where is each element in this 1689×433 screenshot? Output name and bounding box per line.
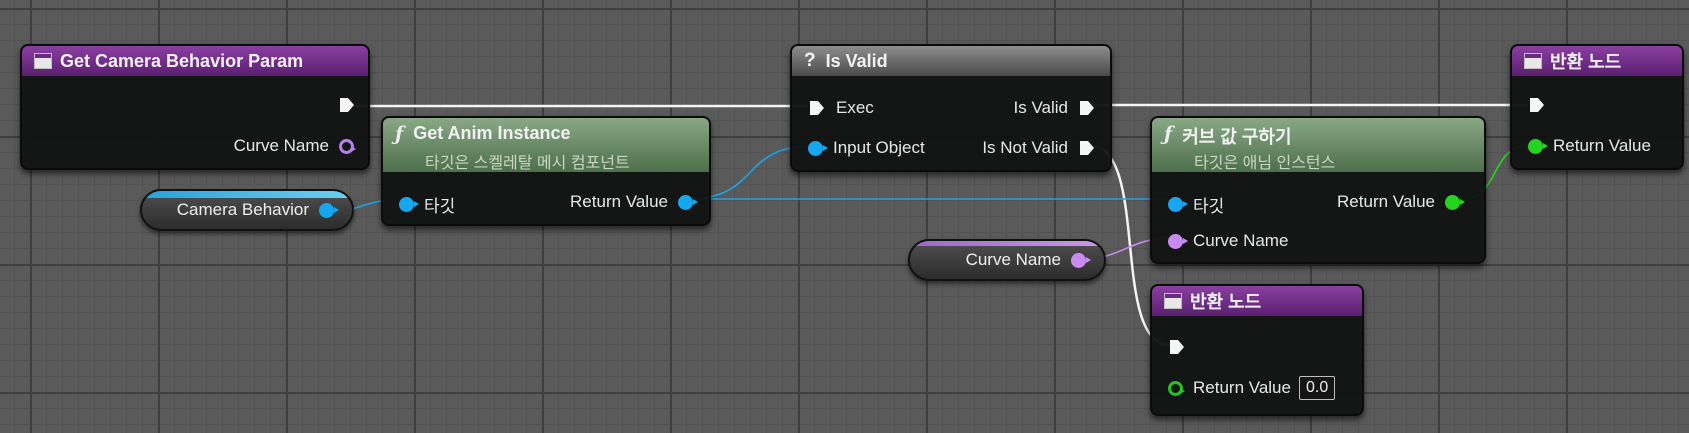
return-out-row: Return Value — [1337, 192, 1465, 212]
node-header: ƒ 커브 값 구하기 타깃은 애님 인스턴스 — [1152, 118, 1484, 172]
node-title: 반환 노드 — [1190, 292, 1262, 312]
exec-out-row — [338, 96, 356, 114]
target-in-pin[interactable] — [399, 197, 419, 212]
node-title: 커브 값 구하기 — [1182, 127, 1292, 147]
return-value-default-input[interactable]: 0.0 — [1298, 376, 1336, 400]
node-get-curve-value[interactable]: ƒ 커브 값 구하기 타깃은 애님 인스턴스 타깃 Return Value C… — [1150, 116, 1486, 264]
curve-name-out-pin[interactable] — [339, 138, 356, 154]
curve-name-var-out-pin[interactable] — [1071, 252, 1091, 268]
function-entry-icon — [34, 53, 52, 69]
pin-label: Return Value — [1553, 136, 1651, 155]
pin-label: 타깃 — [1193, 197, 1225, 216]
target-in-pin[interactable] — [1168, 197, 1188, 212]
node-header: ƒ Get Anim Instance 타깃은 스켈레탈 메시 컴포넌트 — [383, 118, 709, 172]
node-get-anim-instance[interactable]: ƒ Get Anim Instance 타깃은 스켈레탈 메시 컴포넌트 타깃 … — [381, 116, 711, 226]
node-return-top[interactable]: 반환 노드 Return Value — [1510, 44, 1684, 170]
node-header: 반환 노드 — [1152, 286, 1362, 316]
curve-name-in-pin[interactable] — [1168, 233, 1188, 249]
exec-in-pin[interactable] — [1168, 338, 1186, 356]
node-title: Get Camera Behavior Param — [60, 50, 304, 71]
is-valid-out-row: Is Valid — [1014, 98, 1097, 118]
node-title: Get Anim Instance — [413, 123, 571, 143]
node-subtitle: 타깃은 스켈레탈 메시 컴포넌트 — [425, 155, 630, 172]
pin-label: Exec — [836, 98, 874, 117]
question-icon: ? — [804, 50, 816, 71]
return-out-row: Return Value — [570, 192, 698, 212]
return-out-pin[interactable] — [1445, 194, 1465, 210]
node-title: Is Valid — [825, 50, 888, 71]
target-in-row: 타깃 — [399, 192, 455, 217]
input-object-in-pin[interactable] — [808, 140, 828, 156]
node-subtitle: 타깃은 애님 인스턴스 — [1194, 155, 1336, 172]
exec-in-pin[interactable] — [1528, 96, 1546, 114]
pin-label: Is Valid — [1013, 98, 1069, 117]
camera-behavior-out-pin[interactable] — [319, 202, 339, 218]
node-return-bottom[interactable]: 반환 노드 Return Value 0.0 — [1150, 284, 1364, 416]
function-icon: ƒ — [395, 123, 404, 145]
pin-label: Input Object — [833, 138, 925, 157]
pin-label: Return Value — [1337, 192, 1435, 211]
return-value-in-row: Return Value 0.0 — [1168, 376, 1336, 400]
function-icon: ƒ — [1164, 123, 1173, 145]
node-get-camera-behavior-param[interactable]: Get Camera Behavior Param Curve Name — [20, 44, 370, 170]
return-value-in-pin[interactable] — [1528, 138, 1548, 154]
return-node-icon — [1524, 53, 1542, 69]
var-camera-behavior[interactable]: Camera Behavior — [140, 189, 354, 231]
curve-name-in-row: Curve Name — [1168, 231, 1288, 251]
exec-in-row — [1528, 96, 1546, 114]
is-not-valid-out-pin[interactable] — [1078, 139, 1096, 157]
is-valid-out-pin[interactable] — [1078, 99, 1096, 117]
exec-out-pin[interactable] — [338, 96, 356, 114]
input-object-in-row: Input Object — [808, 138, 925, 158]
exec-in-row — [1168, 338, 1186, 356]
var-label: Curve Name — [965, 250, 1061, 269]
pin-label: Curve Name — [233, 136, 329, 155]
exec-in-row: Exec — [808, 98, 874, 118]
is-not-valid-out-row: Is Not Valid — [982, 138, 1096, 158]
return-value-in-row: Return Value — [1528, 136, 1651, 156]
exec-in-pin[interactable] — [808, 99, 826, 117]
pin-label: Return Value — [1193, 378, 1291, 397]
node-header: ? Is Valid — [792, 46, 1110, 76]
curve-name-out-row: Curve Name — [233, 136, 356, 156]
return-out-pin[interactable] — [678, 194, 698, 210]
var-curve-name[interactable]: Curve Name — [908, 239, 1106, 281]
node-title: 반환 노드 — [1550, 52, 1622, 72]
target-in-row: 타깃 — [1168, 192, 1224, 217]
pin-label: 타깃 — [424, 197, 456, 216]
pin-label: Is Not Valid — [982, 138, 1068, 157]
var-label: Camera Behavior — [176, 200, 309, 219]
pin-label: Return Value — [570, 192, 668, 211]
node-header: 반환 노드 — [1512, 46, 1682, 76]
return-value-in-pin[interactable] — [1168, 380, 1185, 396]
return-node-icon — [1164, 293, 1182, 309]
node-header: Get Camera Behavior Param — [22, 46, 368, 76]
node-is-valid[interactable]: ? Is Valid Exec Is Valid Input Object Is… — [790, 44, 1112, 172]
pin-label: Curve Name — [1193, 231, 1289, 250]
